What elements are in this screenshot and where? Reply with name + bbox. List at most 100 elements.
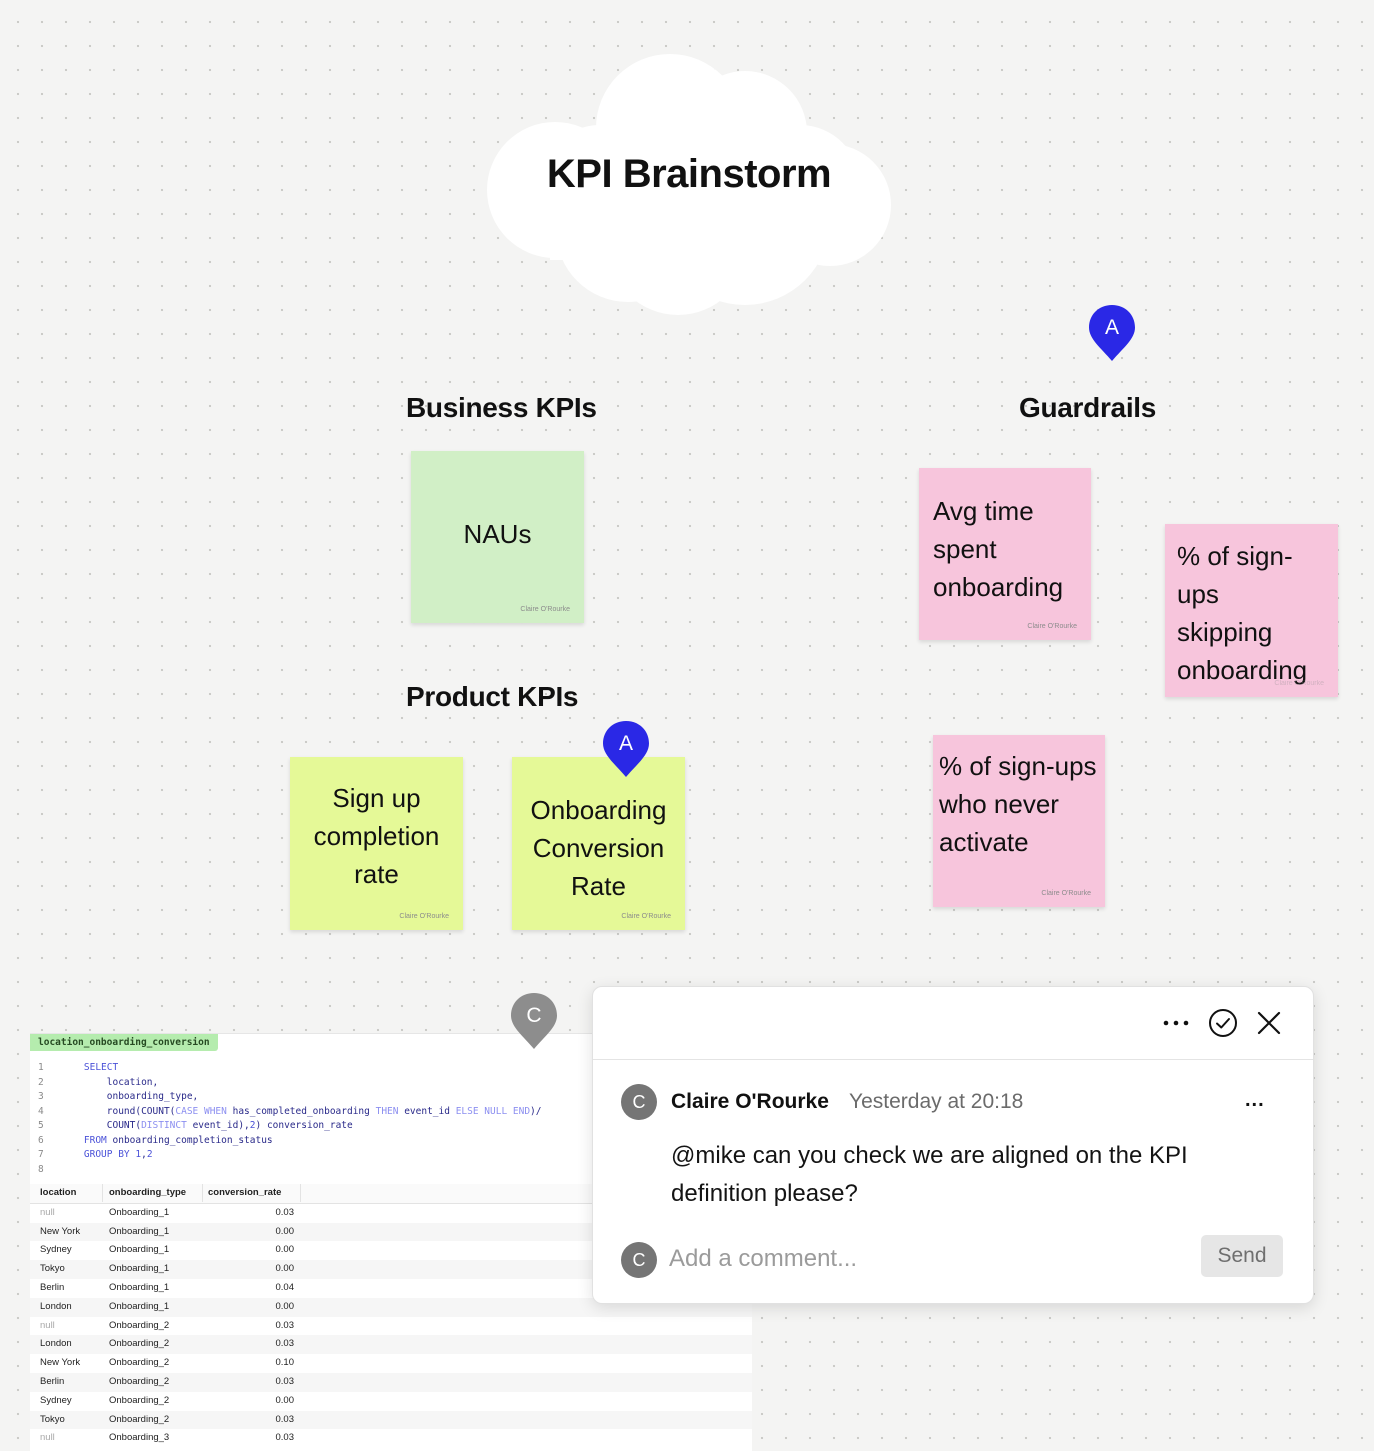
table-row: null Onboarding_3 0.03 <box>30 1429 752 1448</box>
table-row: null Onboarding_2 0.03 <box>30 1317 752 1336</box>
table-cell: 0.00 <box>275 1244 295 1256</box>
table-cell: Onboarding_2 <box>109 1394 170 1406</box>
sticky-text-line: completion <box>313 821 440 851</box>
table-cell: Sydney <box>40 1244 72 1256</box>
table-cell: Onboarding_2 <box>109 1375 170 1387</box>
table-cell: Sydney <box>40 1394 72 1406</box>
code-token: event_id <box>398 1105 456 1117</box>
code-token: THEN <box>375 1105 399 1117</box>
pin-avatar-letter: A <box>1104 316 1119 339</box>
avatar: C <box>621 1084 657 1120</box>
sticky-text-line: % of sign- <box>1177 541 1293 571</box>
sticky-note-avg-time-onboarding[interactable]: Avg time spent onboarding Claire O'Rourk… <box>919 468 1091 640</box>
line-number: 5 <box>38 1120 44 1131</box>
table-cell: 0.10 <box>275 1357 295 1369</box>
line-number: 2 <box>38 1076 44 1088</box>
comment-more-button[interactable]: ... <box>1245 1089 1265 1112</box>
column-divider <box>300 1184 301 1202</box>
code-token: onboarding_completion_status <box>106 1134 273 1146</box>
comment-input[interactable] <box>669 1239 1189 1279</box>
code-token: ELSE NULL END <box>455 1105 531 1117</box>
table-cell: 0.03 <box>275 1206 295 1218</box>
table-cell: 0.03 <box>275 1413 295 1425</box>
table-cell: Onboarding_1 <box>109 1244 170 1256</box>
table-cell: London <box>40 1338 72 1350</box>
table-cell: null <box>40 1206 55 1218</box>
sticky-author: Claire O'Rourke <box>520 606 570 613</box>
comment-popup-header <box>593 987 1313 1060</box>
code-token: location, <box>61 1076 159 1088</box>
sticky-text-line: % of sign-ups <box>939 751 1097 781</box>
column-divider <box>202 1184 203 1202</box>
sticky-author: Claire O'Rourke <box>399 913 449 920</box>
table-row: Sydney Onboarding_2 0.00 <box>30 1392 752 1411</box>
comment-pin-sql[interactable]: C <box>509 991 559 1051</box>
more-options-button[interactable] <box>1158 1005 1194 1041</box>
table-cell: 0.03 <box>275 1338 295 1350</box>
code-token: FROM <box>83 1134 107 1146</box>
resolve-comment-button[interactable] <box>1205 1005 1241 1041</box>
table-row: Berlin Onboarding_2 0.03 <box>30 1372 752 1392</box>
table-cell: 0.00 <box>275 1225 295 1237</box>
code-token: DISTINCT <box>141 1120 187 1131</box>
sticky-text-line: Onboarding <box>530 795 667 825</box>
table-cell: Onboarding_1 <box>109 1206 170 1218</box>
sticky-note-naus[interactable]: NAUs Claire O'Rourke <box>411 451 584 623</box>
table-cell: 0.00 <box>275 1300 295 1312</box>
table-cell: 0.03 <box>275 1319 295 1331</box>
close-popup-button[interactable] <box>1251 1005 1287 1041</box>
sticky-author: Claire O'Rourke <box>1274 680 1324 687</box>
sticky-note-onboarding-conversion[interactable]: Onboarding Conversion Rate Claire O'Rour… <box>512 757 685 930</box>
column-divider <box>102 1184 103 1202</box>
sticky-note-signups-skipping-onboarding[interactable]: % of sign- ups skipping onboarding Clair… <box>1165 524 1338 697</box>
sticky-author: Claire O'Rourke <box>621 913 671 920</box>
sticky-text-line: activate <box>939 827 1029 857</box>
code-token: onboarding_type, <box>61 1091 199 1102</box>
code-token: GROUP BY <box>83 1149 130 1160</box>
sticky-note-signups-never-activate[interactable]: % of sign-ups who never activate Claire … <box>933 735 1105 907</box>
comment-author: Claire O'Rourke <box>671 1090 829 1113</box>
table-cell: New York <box>40 1357 81 1369</box>
table-row: Tokyo Onboarding_2 0.03 <box>30 1410 752 1430</box>
section-heading-business-kpis: Business KPIs <box>406 392 597 423</box>
sticky-author: Claire O'Rourke <box>1041 890 1091 897</box>
line-number: 4 <box>38 1105 44 1117</box>
comment-pin-product[interactable]: A <box>601 719 651 779</box>
sticky-note-signup-completion[interactable]: Sign up completion rate Claire O'Rourke <box>290 757 463 930</box>
table-cell: Berlin <box>40 1375 65 1387</box>
table-cell: Tokyo <box>40 1263 65 1275</box>
column-header: location <box>40 1187 77 1198</box>
code-token: has_completed_onboarding <box>226 1105 376 1117</box>
code-token: SELECT <box>83 1062 119 1073</box>
send-button[interactable]: Send <box>1201 1235 1283 1277</box>
line-number: 1 <box>38 1062 44 1073</box>
sticky-author: Claire O'Rourke <box>1027 623 1077 630</box>
table-cell: 0.00 <box>275 1263 295 1275</box>
line-number: 8 <box>38 1163 44 1175</box>
table-cell: 0.03 <box>275 1432 295 1444</box>
sticky-text-line: Sign up <box>332 783 421 813</box>
sticky-text-line: onboarding <box>933 572 1064 602</box>
code-token: )/ <box>530 1105 542 1117</box>
sql-cell-name: location_onboarding_conversion <box>30 1034 218 1051</box>
pin-avatar-letter: A <box>618 732 633 755</box>
more-dots-icon <box>1163 1020 1189 1026</box>
section-heading-guardrails: Guardrails <box>1019 392 1157 423</box>
code-token: COUNT( <box>61 1120 142 1131</box>
sticky-text-line: Avg time <box>933 496 1034 526</box>
table-cell: Onboarding_3 <box>109 1432 170 1444</box>
comment-body: @mike can you check we are aligned on th… <box>671 1142 1188 1207</box>
code-token: 2 <box>146 1149 153 1160</box>
table-row: New York Onboarding_2 0.10 <box>30 1354 752 1373</box>
table-cell: Onboarding_1 <box>109 1300 170 1312</box>
line-number: 7 <box>38 1149 44 1160</box>
line-number: 6 <box>38 1134 44 1146</box>
sticky-text-line: NAUs <box>463 519 532 549</box>
table-cell: Onboarding_1 <box>109 1225 170 1237</box>
comment-pin-guardrails[interactable]: A <box>1087 303 1137 363</box>
section-heading-product-kpis: Product KPIs <box>406 681 579 712</box>
sticky-text-line: skipping <box>1177 617 1273 647</box>
sticky-text-line: rate <box>354 859 399 889</box>
